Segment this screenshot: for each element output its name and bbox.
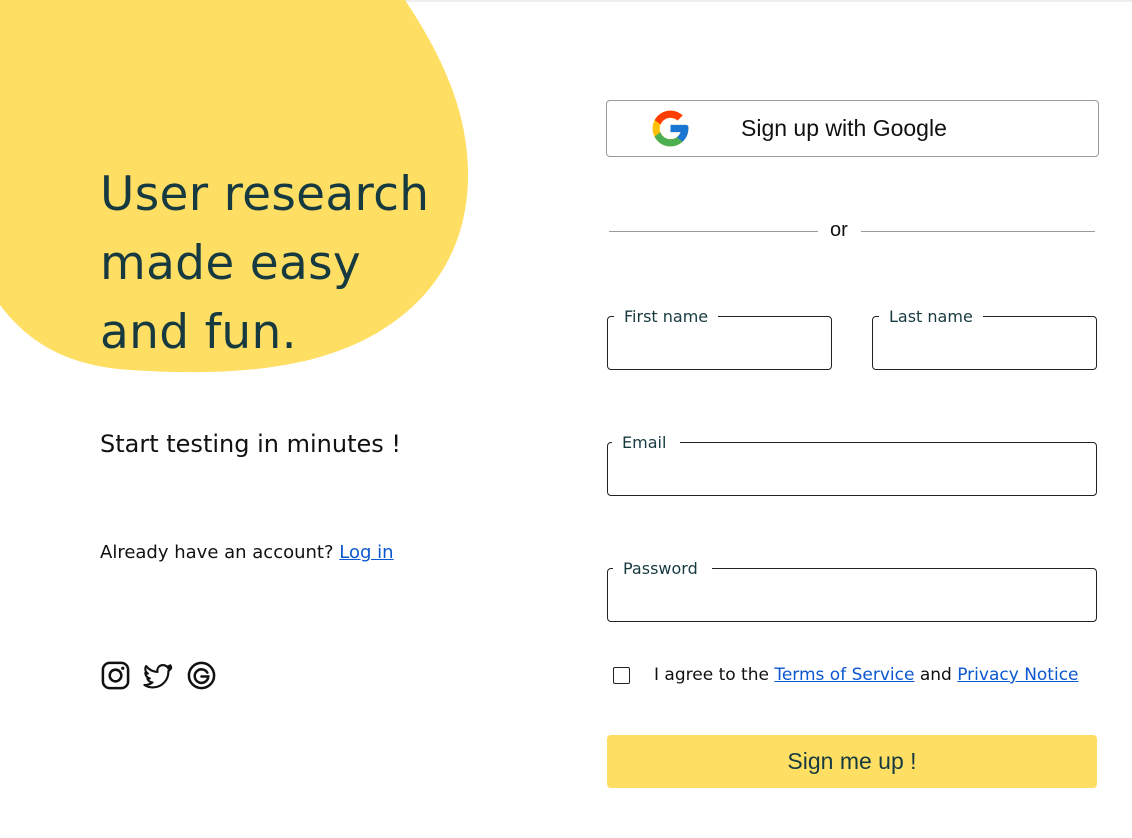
terms-checkbox[interactable] xyxy=(613,666,630,684)
email-field: Email xyxy=(607,433,1097,496)
hero-headline: User research made easy and fun. xyxy=(100,160,429,367)
password-input[interactable] xyxy=(618,583,1086,615)
email-label: Email xyxy=(612,433,681,453)
divider-right xyxy=(861,231,1095,232)
terms-and: and xyxy=(919,665,952,685)
login-prompt: Already have an account? Log in xyxy=(100,542,394,563)
email-input[interactable] xyxy=(618,457,1086,489)
social-links xyxy=(100,660,217,691)
last-name-input[interactable] xyxy=(883,331,1086,363)
or-divider-text: or xyxy=(830,219,848,241)
terms-agreement: I agree to the Terms of Service and Priv… xyxy=(613,665,1079,685)
google-signup-button[interactable]: Sign up with Google xyxy=(606,100,1099,157)
twitter-icon[interactable] xyxy=(143,660,174,691)
google-icon[interactable] xyxy=(186,660,217,691)
privacy-notice-link[interactable]: Privacy Notice xyxy=(957,665,1078,685)
hero-line-2: made easy xyxy=(100,236,361,291)
google-logo-icon xyxy=(649,107,692,150)
hero-line-3: and fun. xyxy=(100,305,297,360)
divider-left xyxy=(609,231,818,232)
tagline: Start testing in minutes ! xyxy=(100,430,401,458)
login-prompt-text: Already have an account? xyxy=(100,542,334,563)
last-name-label: Last name xyxy=(879,307,983,327)
first-name-field: First name xyxy=(607,307,832,370)
first-name-label: First name xyxy=(614,307,719,327)
terms-prefix: I agree to the xyxy=(654,665,769,685)
first-name-input[interactable] xyxy=(618,331,821,363)
password-field: Password xyxy=(607,559,1097,622)
sign-up-button[interactable]: Sign me up ! xyxy=(607,735,1097,788)
password-label: Password xyxy=(613,559,712,579)
instagram-icon[interactable] xyxy=(100,660,131,691)
last-name-field: Last name xyxy=(872,307,1097,370)
hero-line-1: User research xyxy=(100,167,430,222)
login-link[interactable]: Log in xyxy=(339,542,393,563)
terms-text: I agree to the Terms of Service and Priv… xyxy=(654,665,1079,685)
terms-of-service-link[interactable]: Terms of Service xyxy=(774,665,914,685)
google-signup-label: Sign up with Google xyxy=(741,115,947,141)
